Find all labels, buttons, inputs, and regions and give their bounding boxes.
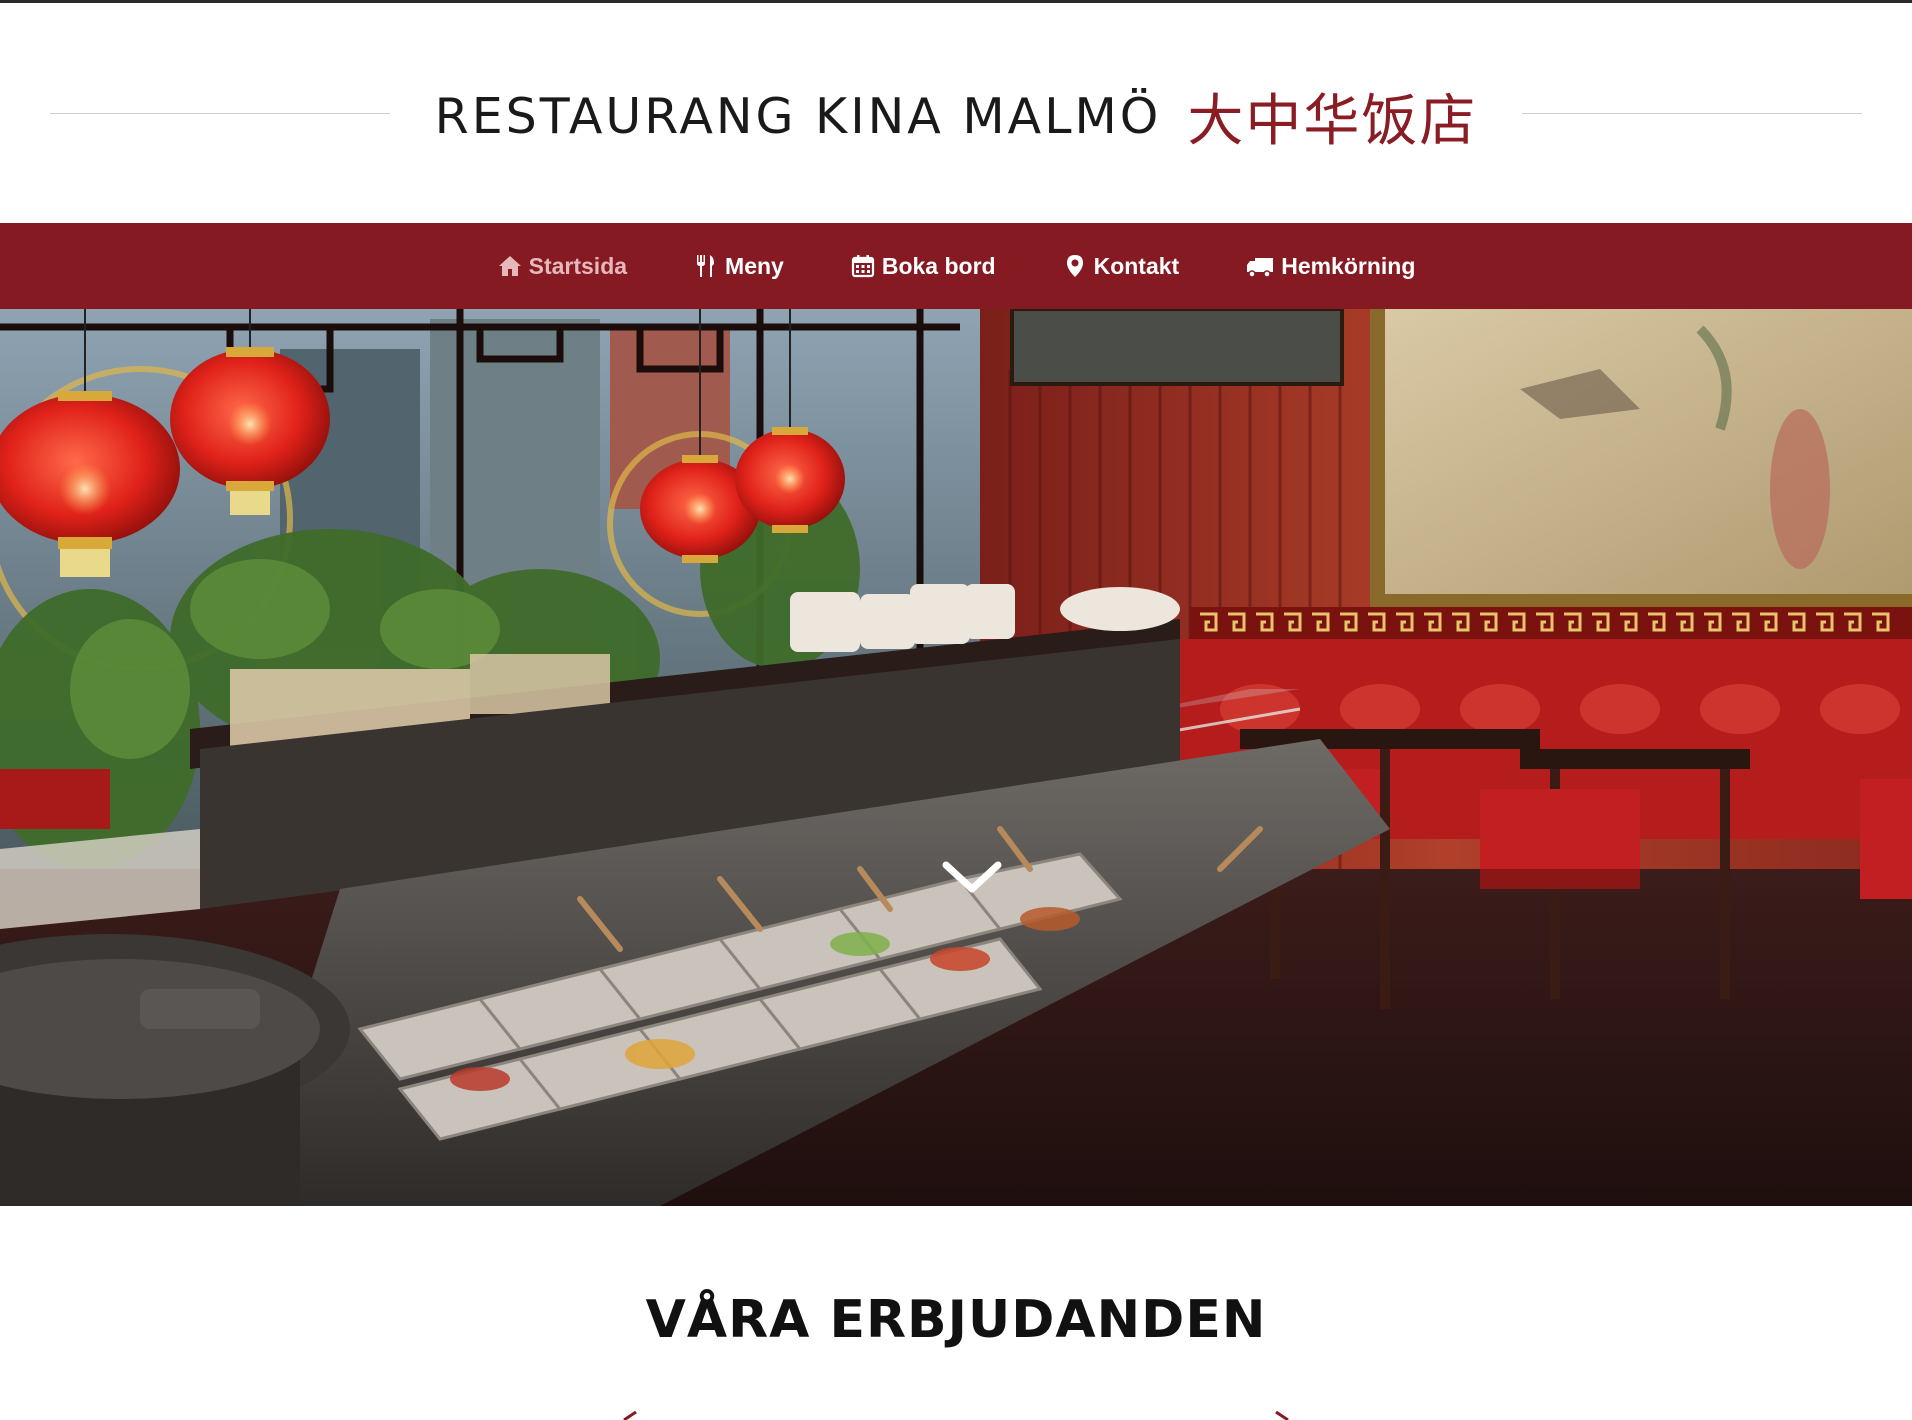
calendar-icon <box>850 253 876 279</box>
map-marker-icon <box>1062 253 1088 279</box>
nav-label: Startsida <box>528 252 628 279</box>
hero-image <box>0 309 1912 1206</box>
nav-label: Boka bord <box>881 252 996 279</box>
chevron-down-icon[interactable] <box>940 857 1004 897</box>
site-header: RESTAURANG KINA MALMÖ 大中华饭店 <box>0 3 1912 223</box>
header-divider-left <box>50 113 390 114</box>
nav-label: Kontakt <box>1093 252 1180 279</box>
home-icon <box>497 253 523 279</box>
nav-item-hemkorning[interactable]: Hemkörning <box>1245 253 1415 280</box>
section-title-offers: VÅRA ERBJUDANDEN <box>645 1290 1267 1350</box>
header-divider-right <box>1522 113 1862 114</box>
nav-label: Hemkörning <box>1281 252 1416 279</box>
nav-item-startsida[interactable]: Startsida <box>497 253 627 280</box>
truck-icon <box>1245 253 1275 279</box>
site-title: RESTAURANG KINA MALMÖ <box>434 87 1162 145</box>
utensils-icon <box>693 253 719 279</box>
main-nav: Startsida Meny Boka bord Kontakt Hemkörn… <box>0 223 1912 309</box>
section-divider <box>623 1410 1289 1420</box>
nav-item-meny[interactable]: Meny <box>693 253 784 280</box>
nav-item-kontakt[interactable]: Kontakt <box>1062 252 1180 280</box>
site-logo[interactable]: RESTAURANG KINA MALMÖ 大中华饭店 <box>400 81 1512 154</box>
nav-item-boka-bord[interactable]: Boka bord <box>850 253 996 280</box>
restaurant-interior-photo <box>0 309 1912 1206</box>
site-title-chinese: 大中华饭店 <box>1187 88 1478 154</box>
nav-label: Meny <box>725 252 784 279</box>
